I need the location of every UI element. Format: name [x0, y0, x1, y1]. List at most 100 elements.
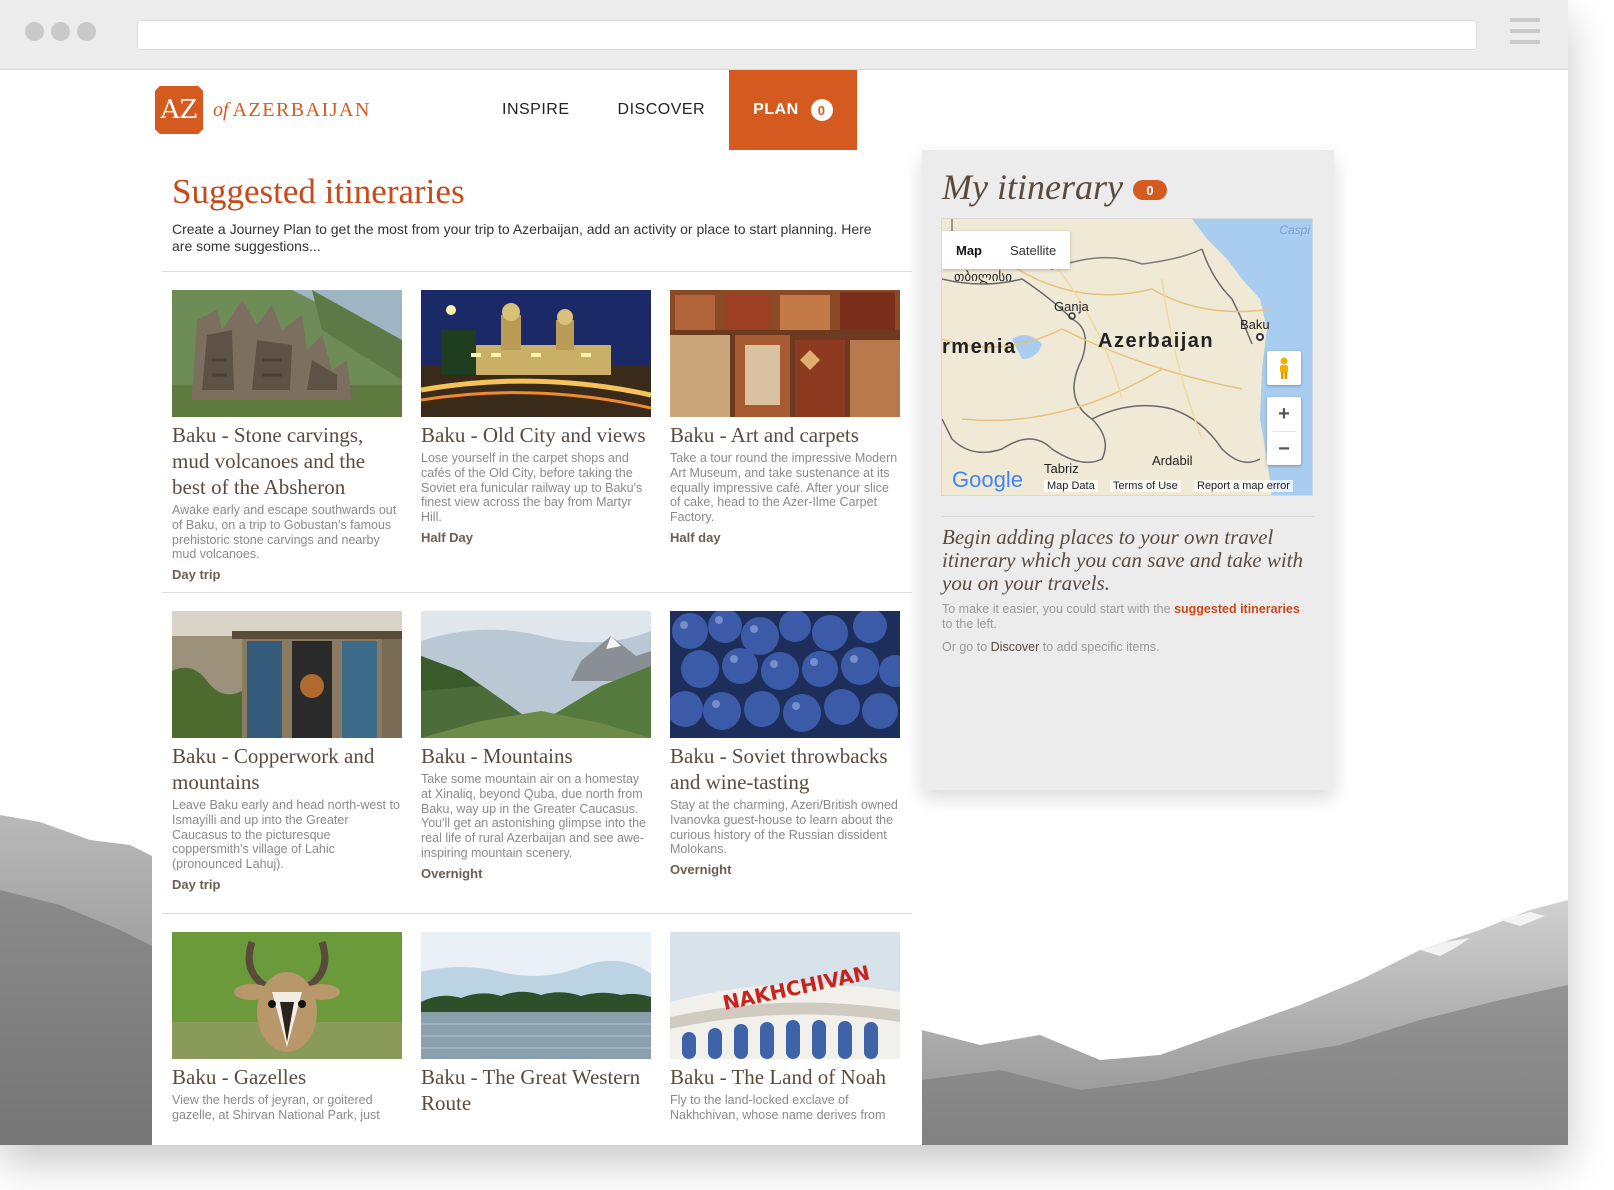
nav-plan[interactable]: PLAN 0: [729, 70, 857, 150]
map-type-satellite[interactable]: Satellite: [996, 231, 1070, 269]
discover-link[interactable]: Discover: [991, 640, 1040, 654]
my-itinerary-heading: My itinerary: [942, 167, 1123, 207]
hint-discover: Or go to Discover to add specific items.: [942, 640, 1312, 655]
card-desc: Fly to the land-locked exclave of Nakhch…: [670, 1093, 886, 1122]
map-label-ardabil: Ardabil: [1152, 453, 1193, 468]
river-photo[interactable]: [421, 932, 651, 1059]
divider: [162, 271, 912, 272]
itinerary-card[interactable]: Baku - Copperwork and mountains Leave Ba…: [172, 611, 402, 892]
nav-plan-label: PLAN: [753, 101, 799, 118]
report-map-error-link[interactable]: Report a map error: [1194, 480, 1293, 492]
card-desc: Lose yourself in the carpet shops and ca…: [421, 451, 643, 525]
zoom-control: + −: [1267, 397, 1301, 465]
address-bar[interactable]: [137, 20, 1477, 50]
site-header: AZ of AZERBAIJAN INSPIRE DISCOVER PLAN 0: [0, 70, 1568, 150]
logo-mark: AZ: [155, 86, 203, 134]
nav-inspire[interactable]: INSPIRE: [478, 70, 594, 150]
card-duration: Overnight: [421, 865, 483, 881]
mountains-photo[interactable]: [421, 611, 651, 738]
itinerary-card[interactable]: Baku - Soviet throwbacks and wine-tastin…: [670, 611, 900, 877]
card-title[interactable]: Baku - Copperwork and mountains: [172, 743, 402, 795]
itinerary-count-badge: 0: [1132, 180, 1167, 200]
hint-suggested: To make it easier, you could start with …: [942, 602, 1312, 632]
terms-of-use-link[interactable]: Terms of Use: [1110, 480, 1181, 492]
card-title[interactable]: Baku - Old City and views: [421, 422, 651, 448]
itinerary-card[interactable]: Baku - Mountains Take some mountain air …: [421, 611, 651, 881]
hint-text: To make it easier, you could start with …: [942, 602, 1171, 616]
logo-text: of AZERBAIJAN: [213, 98, 371, 121]
card-duration: Half day: [670, 529, 721, 545]
divider: [162, 913, 912, 914]
stone-ruins-photo[interactable]: [172, 290, 402, 417]
map-type-toggle: Map Satellite: [942, 231, 1071, 269]
hint-text: to add specific items.: [1042, 640, 1160, 654]
divider: [162, 592, 912, 593]
itinerary-card[interactable]: Baku - Old City and views Lose yourself …: [421, 290, 651, 545]
map-data-link[interactable]: Map Data: [1044, 480, 1098, 492]
itinerary-card[interactable]: Baku - Stone carvings, mud volcanoes and…: [172, 290, 402, 582]
card-duration: Overnight: [670, 862, 732, 878]
page-title: Suggested itineraries: [172, 172, 465, 211]
gazelle-photo[interactable]: [172, 932, 402, 1059]
old-city-night-photo[interactable]: [421, 290, 651, 417]
suggested-itineraries-link[interactable]: suggested itineraries: [1174, 602, 1300, 616]
hint-text: to the left.: [942, 617, 997, 631]
card-desc: Awake early and escape southwards out of…: [172, 503, 397, 562]
map-label-armenia: rmenia: [942, 336, 1017, 358]
itinerary-card[interactable]: Baku - Gazelles View the herds of jeyran…: [172, 932, 402, 1123]
card-desc: Stay at the charming, Azeri/British owne…: [670, 798, 898, 857]
menu-icon[interactable]: [1510, 18, 1540, 48]
browser-chrome: [0, 0, 1568, 70]
main-nav: INSPIRE DISCOVER PLAN 0: [478, 70, 857, 150]
card-duration: Day trip: [172, 876, 221, 892]
carpets-photo[interactable]: [670, 290, 900, 417]
zoom-out-button[interactable]: −: [1267, 432, 1301, 466]
card-title[interactable]: Baku - Mountains: [421, 743, 651, 769]
suggested-itineraries: Suggested itineraries Create a Journey P…: [152, 150, 922, 1145]
map-label-ganja: Ganja: [1054, 299, 1089, 314]
map-label-baku: Baku: [1240, 317, 1270, 332]
itinerary-card[interactable]: Baku - Art and carpets Take a tour round…: [670, 290, 900, 545]
map-label-azerbaijan: Azerbaijan: [1098, 330, 1215, 352]
card-title[interactable]: Baku - Gazelles: [172, 1064, 402, 1090]
my-itinerary-panel: My itinerary 0 Map Satellite Caspi თბილი…: [922, 150, 1334, 790]
nav-plan-count: 0: [810, 99, 833, 121]
window-close-dot[interactable]: [25, 22, 44, 41]
card-title[interactable]: Baku - The Great Western Route: [421, 1064, 651, 1116]
map-label-tbilisi: თბილისი: [954, 269, 1012, 284]
map-type-map[interactable]: Map: [942, 231, 996, 269]
google-logo[interactable]: Google: [952, 467, 1023, 493]
window-minimize-dot[interactable]: [51, 22, 70, 41]
card-duration: Day trip: [172, 567, 221, 583]
browser-window: AZ of AZERBAIJAN INSPIRE DISCOVER PLAN 0 …: [0, 0, 1568, 1145]
my-itinerary-title: My itinerary 0: [942, 166, 1167, 208]
card-desc: View the herds of jeyran, or goitered ga…: [172, 1093, 380, 1122]
grapes-photo[interactable]: [670, 611, 900, 738]
card-duration: Half Day: [421, 529, 474, 545]
map-label-tabriz: Tabriz: [1044, 461, 1079, 476]
zoom-in-button[interactable]: +: [1267, 397, 1301, 431]
hint-text: Or go to: [942, 640, 988, 654]
card-title[interactable]: Baku - Art and carpets: [670, 422, 900, 448]
card-title[interactable]: Baku - Stone carvings, mud volcanoes and…: [172, 422, 402, 500]
map-label-caspian: Caspi: [1279, 223, 1310, 237]
nakhchivan-station-photo[interactable]: NAKHCHIVAN: [670, 932, 900, 1059]
card-title[interactable]: Baku - The Land of Noah: [670, 1064, 900, 1090]
itinerary-map[interactable]: Map Satellite Caspi თბილისი Ganja Baku A…: [941, 218, 1313, 496]
card-desc: Leave Baku early and head north-west to …: [172, 798, 400, 872]
google-logo-text: Google: [952, 467, 1023, 492]
page: AZ of AZERBAIJAN INSPIRE DISCOVER PLAN 0 …: [0, 70, 1568, 1145]
card-title[interactable]: Baku - Soviet throwbacks and wine-tastin…: [670, 743, 900, 795]
itinerary-card[interactable]: NAKHCHIVAN Baku - The Land of Noah Fly t…: [670, 932, 900, 1123]
page-intro: Create a Journey Plan to get the most fr…: [172, 221, 872, 254]
itinerary-lead-text: Begin adding places to your own travel i…: [942, 525, 1304, 595]
itinerary-card[interactable]: Baku - The Great Western Route: [421, 932, 651, 1116]
village-doors-photo[interactable]: [172, 611, 402, 738]
pegman-icon[interactable]: [1267, 351, 1301, 385]
site-logo[interactable]: AZ of AZERBAIJAN: [155, 86, 371, 134]
card-desc: Take a tour round the impressive Modern …: [670, 451, 898, 525]
window-maximize-dot[interactable]: [77, 22, 96, 41]
nav-discover[interactable]: DISCOVER: [594, 70, 730, 150]
card-desc: Take some mountain air on a homestay at …: [421, 772, 646, 860]
divider: [941, 516, 1315, 517]
